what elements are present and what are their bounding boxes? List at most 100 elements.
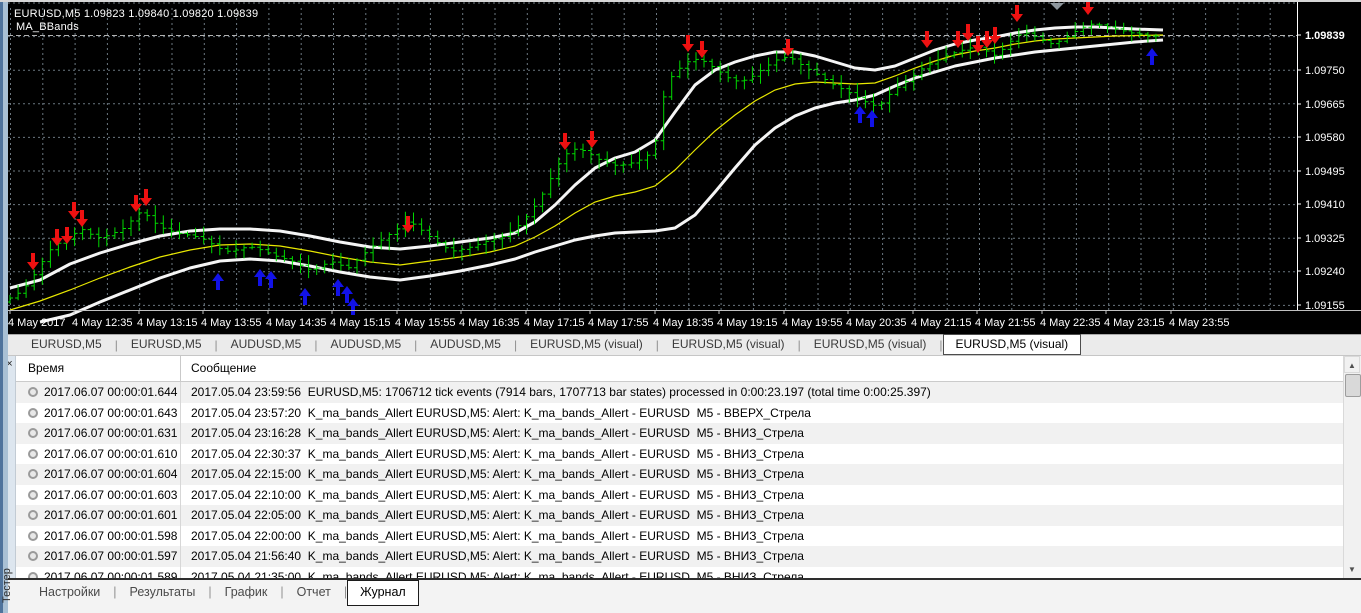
chart-tab-6[interactable]: EURUSD,M5 (visual) [659, 335, 798, 354]
svg-text:4 May 19:15: 4 May 19:15 [717, 317, 778, 329]
log-entry-icon [28, 510, 38, 520]
log-row[interactable]: 2017.06.07 00:00:01.6432017.05.04 23:57:… [16, 403, 1344, 424]
chart-tab-7[interactable]: EURUSD,M5 (visual) [801, 335, 940, 354]
svg-text:4 May 20:35: 4 May 20:35 [846, 317, 907, 329]
tester-tab-4[interactable]: Журнал [347, 580, 419, 606]
log-entry-icon [28, 387, 38, 397]
column-header-message[interactable]: Сообщение [180, 356, 1344, 381]
log-entry-icon [28, 408, 38, 418]
journal-panel: × Время Сообщение 2017.06.07 00:00:01.64… [0, 356, 1361, 578]
tester-tab-3[interactable]: Отчет [284, 580, 344, 604]
svg-text:4 May 15:15: 4 May 15:15 [330, 317, 391, 329]
chart-indicator-label: MA_BBands [16, 21, 79, 33]
svg-text:4 May 21:55: 4 May 21:55 [975, 317, 1036, 329]
svg-text:4 May 13:15: 4 May 13:15 [137, 317, 198, 329]
svg-text:4 May 14:35: 4 May 14:35 [266, 317, 327, 329]
svg-text:1.09325: 1.09325 [1305, 233, 1345, 245]
price-chart[interactable]: 1.09839 1.09750 1.09665 1.09580 1.09495 1.094… [0, 0, 1361, 334]
scroll-up-icon[interactable]: ▲ [1344, 356, 1360, 373]
log-message: 2017.05.04 23:57:20 K_ma_bands_Allert EU… [180, 403, 1344, 424]
window-top-edge [0, 0, 1361, 2]
log-time: 2017.06.07 00:00:01.631 [16, 423, 180, 444]
svg-text:4 May 2017: 4 May 2017 [8, 317, 65, 329]
svg-text:1.09495: 1.09495 [1305, 166, 1345, 178]
scroll-down-icon[interactable]: ▼ [1344, 561, 1360, 578]
svg-text:4 May 23:15: 4 May 23:15 [1104, 317, 1165, 329]
svg-text:4 May 12:35: 4 May 12:35 [72, 317, 133, 329]
log-message: 2017.05.04 22:00:00 K_ma_bands_Allert EU… [180, 526, 1344, 547]
svg-text:1.09240: 1.09240 [1305, 266, 1345, 278]
journal-scrollbar[interactable]: ▲ ▼ [1343, 356, 1361, 578]
log-time: 2017.06.07 00:00:01.604 [16, 464, 180, 485]
tester-tab-2[interactable]: График [212, 580, 281, 604]
log-message: 2017.05.04 23:16:28 K_ma_bands_Allert EU… [180, 423, 1344, 444]
log-entry-icon [28, 469, 38, 479]
chart-symbol-ohlc-label: EURUSD,M5 1.09823 1.09840 1.09820 1.0983… [14, 8, 258, 20]
svg-text:1.09665: 1.09665 [1305, 99, 1345, 111]
log-entry-icon [28, 531, 38, 541]
svg-text:1.09155: 1.09155 [1305, 300, 1345, 312]
log-row[interactable]: 2017.06.07 00:00:01.6012017.05.04 22:05:… [16, 505, 1344, 526]
log-time: 2017.06.07 00:00:01.597 [16, 546, 180, 567]
svg-text:4 May 19:55: 4 May 19:55 [782, 317, 843, 329]
chart-tab-0[interactable]: EURUSD,M5 [18, 335, 115, 354]
log-time: 2017.06.07 00:00:01.598 [16, 526, 180, 547]
svg-text:4 May 17:55: 4 May 17:55 [588, 317, 649, 329]
log-row[interactable]: 2017.06.07 00:00:01.5982017.05.04 22:00:… [16, 526, 1344, 547]
log-message: 2017.05.04 21:35:00 K_ma_bands_Allert EU… [180, 567, 1344, 579]
svg-text:4 May 22:35: 4 May 22:35 [1040, 317, 1101, 329]
svg-text:4 May 15:55: 4 May 15:55 [395, 317, 456, 329]
log-message: 2017.05.04 22:30:37 K_ma_bands_Allert EU… [180, 444, 1344, 465]
panel-splitter[interactable] [0, 578, 1361, 580]
log-row[interactable]: 2017.06.07 00:00:01.6312017.05.04 23:16:… [16, 423, 1344, 444]
chart-panel: 1.09839 1.09750 1.09665 1.09580 1.09495 1.094… [0, 0, 1361, 334]
tester-tab-bar: Настройки|Результаты|График|Отчет|Журнал [0, 580, 1361, 613]
log-row[interactable]: 2017.06.07 00:00:01.6442017.05.04 23:59:… [16, 382, 1344, 403]
svg-text:4 May 17:15: 4 May 17:15 [524, 317, 585, 329]
svg-text:1.09750: 1.09750 [1305, 65, 1345, 77]
price-axis[interactable]: 1.09839 1.09750 1.09665 1.09580 1.09495 1.094… [1297, 30, 1345, 312]
log-row[interactable]: 2017.06.07 00:00:01.5972017.05.04 21:56:… [16, 546, 1344, 567]
tester-vertical-tab[interactable]: Тестер [1, 560, 14, 612]
log-message: 2017.05.04 22:15:00 K_ma_bands_Allert EU… [180, 464, 1344, 485]
journal-table: Время Сообщение 2017.06.07 00:00:01.6442… [16, 356, 1344, 578]
log-message: 2017.05.04 23:59:56 EURUSD,M5: 1706712 t… [180, 382, 1344, 403]
column-header-time[interactable]: Время [16, 356, 180, 381]
svg-text:4 May 23:55: 4 May 23:55 [1169, 317, 1230, 329]
log-time: 2017.06.07 00:00:01.643 [16, 403, 180, 424]
log-row[interactable]: 2017.06.07 00:00:01.6032017.05.04 22:10:… [16, 485, 1344, 506]
log-entry-icon [28, 449, 38, 459]
journal-table-header: Время Сообщение [16, 356, 1344, 382]
log-row[interactable]: 2017.06.07 00:00:01.6042017.05.04 22:15:… [16, 464, 1344, 485]
chart-tab-2[interactable]: AUDUSD,M5 [218, 335, 315, 354]
journal-rows: 2017.06.07 00:00:01.6442017.05.04 23:59:… [16, 382, 1344, 578]
chart-tab-bar: EURUSD,M5|EURUSD,M5|AUDUSD,M5|AUDUSD,M5|… [0, 334, 1361, 356]
log-entry-icon [28, 428, 38, 438]
log-row[interactable]: 2017.06.07 00:00:01.6102017.05.04 22:30:… [16, 444, 1344, 465]
tester-tab-0[interactable]: Настройки [26, 580, 113, 604]
chart-tab-3[interactable]: AUDUSD,M5 [317, 335, 414, 354]
svg-text:1.09580: 1.09580 [1305, 132, 1345, 144]
svg-text:4 May 18:35: 4 May 18:35 [653, 317, 714, 329]
scrollbar-thumb[interactable] [1345, 374, 1361, 397]
log-time: 2017.06.07 00:00:01.644 [16, 382, 180, 403]
chart-tab-5[interactable]: EURUSD,M5 (visual) [517, 335, 656, 354]
svg-text:4 May 13:55: 4 May 13:55 [201, 317, 262, 329]
chart-tab-1[interactable]: EURUSD,M5 [118, 335, 215, 354]
log-row[interactable]: 2017.06.07 00:00:01.5892017.05.04 21:35:… [16, 567, 1344, 579]
svg-text:4 May 16:35: 4 May 16:35 [459, 317, 520, 329]
svg-text:4 May 21:15: 4 May 21:15 [911, 317, 972, 329]
svg-text:1.09410: 1.09410 [1305, 199, 1345, 211]
log-message: 2017.05.04 22:05:00 K_ma_bands_Allert EU… [180, 505, 1344, 526]
log-time: 2017.06.07 00:00:01.601 [16, 505, 180, 526]
log-message: 2017.05.04 21:56:40 K_ma_bands_Allert EU… [180, 546, 1344, 567]
chart-tab-4[interactable]: AUDUSD,M5 [417, 335, 514, 354]
chart-tab-8[interactable]: EURUSD,M5 (visual) [943, 334, 1082, 355]
log-entry-icon [28, 551, 38, 561]
tester-tab-1[interactable]: Результаты [117, 580, 209, 604]
log-entry-icon [28, 490, 38, 500]
svg-text:1.09839: 1.09839 [1305, 30, 1345, 42]
window-left-edge [0, 0, 8, 613]
log-message: 2017.05.04 22:10:00 K_ma_bands_Allert EU… [180, 485, 1344, 506]
log-time: 2017.06.07 00:00:01.589 [16, 567, 180, 579]
